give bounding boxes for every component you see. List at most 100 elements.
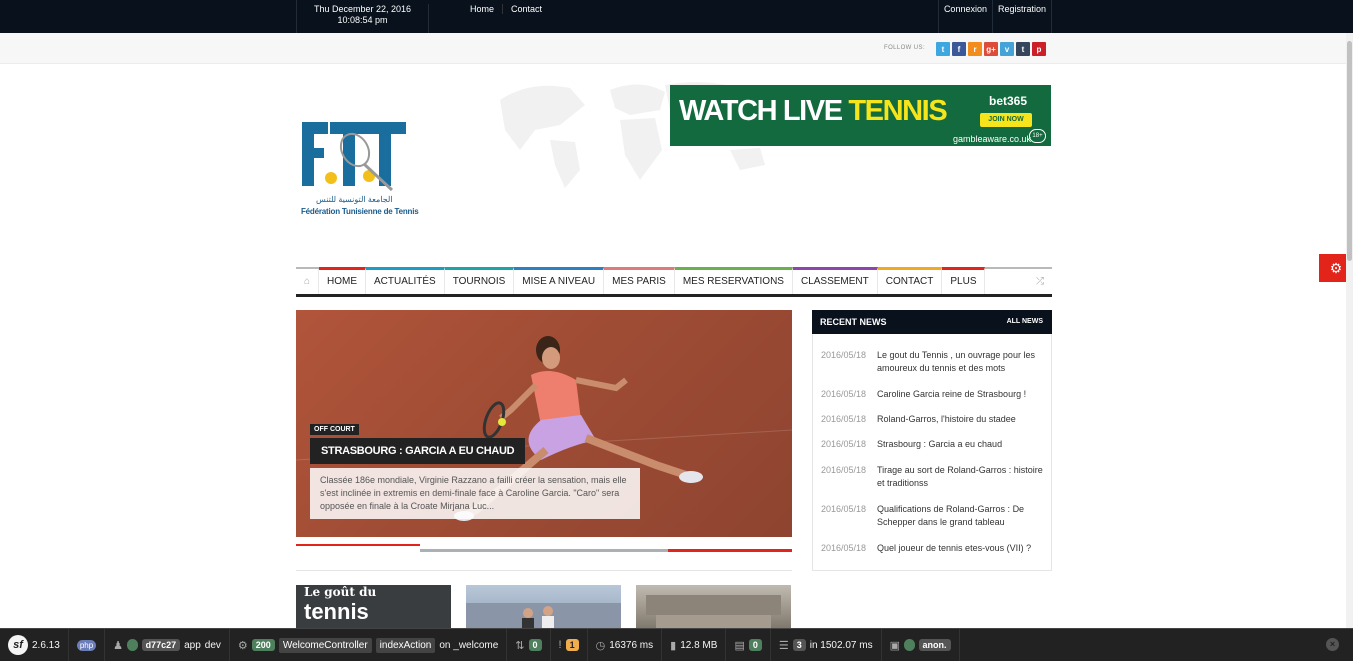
news-title[interactable]: Roland-Garros, l'histoire du stadee bbox=[877, 413, 1016, 426]
scrollbar-thumb[interactable] bbox=[1347, 41, 1352, 261]
top-nav-home[interactable]: Home bbox=[462, 4, 504, 14]
sf-logs-block[interactable]: ! 1 bbox=[551, 628, 588, 661]
slider-progress-2[interactable] bbox=[420, 549, 668, 552]
article-thumbnail[interactable]: Le goût du tennis bbox=[296, 585, 451, 630]
thumbnail-photo bbox=[466, 603, 621, 630]
config-icon: ♟ bbox=[113, 639, 124, 652]
bet365-banner[interactable]: WATCH LIVE TENNIS bet365 JOIN NOW gamble… bbox=[670, 85, 1051, 146]
ad-tennis-text: TENNIS bbox=[848, 95, 947, 127]
article-thumbnail[interactable] bbox=[636, 585, 791, 630]
sf-action: indexAction bbox=[375, 637, 436, 653]
page-scrollbar[interactable] bbox=[1346, 33, 1353, 628]
sf-time: 16376 ms bbox=[609, 639, 654, 651]
thumbnail-text-line2: tennis bbox=[304, 599, 369, 624]
ad-join-button[interactable]: JOIN NOW bbox=[980, 113, 1032, 127]
home-icon[interactable]: ⌂ bbox=[296, 269, 319, 294]
sf-controller: WelcomeController bbox=[278, 637, 372, 653]
top-nav: Home Contact bbox=[462, 4, 550, 14]
logo-arabic-text: الجامعة التونسية للتنس bbox=[316, 195, 393, 204]
sf-token: d77c27 bbox=[141, 639, 181, 651]
recent-news-title: RECENT NEWS bbox=[820, 317, 887, 327]
sf-user: anon. bbox=[918, 639, 951, 651]
nav-item-contact[interactable]: CONTACT bbox=[877, 267, 943, 294]
slide-description: Classée 186e mondiale, Virginie Razzano … bbox=[310, 468, 640, 519]
ad-headline: WATCH LIVE TENNIS bbox=[679, 95, 948, 128]
nav-item-actualit-s[interactable]: ACTUALITÉS bbox=[366, 267, 445, 294]
sf-status-code: 200 bbox=[251, 639, 275, 651]
all-news-link[interactable]: ALL NEWS bbox=[1007, 318, 1043, 325]
sf-php-block[interactable]: php bbox=[69, 628, 106, 661]
sf-forms-block[interactable]: ▤ 0 bbox=[726, 628, 771, 661]
nav-item-mes-reservations[interactable]: MES RESERVATIONS bbox=[674, 267, 793, 294]
logo-subtitle: Fédération Tunisienne de Tennis bbox=[301, 207, 419, 216]
nav-item-home[interactable]: HOME bbox=[319, 267, 366, 294]
news-item[interactable]: 2016/05/18 Strasbourg : Garcia a eu chaud bbox=[821, 438, 1047, 451]
news-title[interactable]: Tirage au sort de Roland-Garros : histoi… bbox=[877, 464, 1047, 490]
news-title[interactable]: Caroline Garcia reine de Strasbourg ! bbox=[877, 388, 1026, 401]
request-gear-icon: ⚙ bbox=[237, 639, 248, 652]
news-date: 2016/05/18 bbox=[821, 414, 867, 424]
slider-progress-1[interactable] bbox=[296, 544, 420, 546]
sf-redirect-block[interactable]: ⇅ 0 bbox=[507, 628, 551, 661]
nav-item-mes-paris[interactable]: MES PARIS bbox=[604, 267, 675, 294]
news-title[interactable]: Quel joueur de tennis etes-vous (VII) ? bbox=[877, 542, 1031, 555]
pinterest-icon[interactable]: p bbox=[1032, 42, 1046, 56]
php-icon: php bbox=[76, 639, 97, 651]
news-date: 2016/05/18 bbox=[821, 465, 867, 475]
news-item[interactable]: 2016/05/18 Caroline Garcia reine de Stras… bbox=[821, 388, 1047, 401]
nav-item-tournois[interactable]: TOURNOIS bbox=[444, 267, 515, 294]
sf-time-block[interactable]: ◷ 16376 ms bbox=[588, 628, 663, 661]
redirect-icon: ⇅ bbox=[515, 639, 525, 652]
main-nav-items: HOME ACTUALITÉS TOURNOIS MISE A NIVEAU MES P… bbox=[319, 267, 986, 294]
news-item[interactable]: 2016/05/18 Quel joueur de tennis etes-vou… bbox=[821, 542, 1047, 555]
ad-age-badge: 18+ bbox=[1029, 129, 1046, 143]
news-item[interactable]: 2016/05/18 Tirage au sort de Roland-Garro… bbox=[821, 464, 1047, 490]
database-icon: ☰ bbox=[778, 639, 789, 652]
sf-db-block[interactable]: ☰ 3 in 1502.07 ms bbox=[771, 628, 882, 661]
twitter-icon[interactable]: t bbox=[936, 42, 950, 56]
current-date: Thu December 22, 2016 10:08:54 pm bbox=[297, 4, 429, 33]
article-thumbnail[interactable] bbox=[466, 585, 621, 630]
login-link[interactable]: Connexion bbox=[937, 0, 992, 33]
sf-status-dot bbox=[127, 639, 138, 651]
sf-request-block[interactable]: ⚙ 200 WelcomeController indexAction on _… bbox=[230, 628, 508, 661]
news-item[interactable]: 2016/05/18 Roland-Garros, l'histoire du s… bbox=[821, 413, 1047, 426]
news-title[interactable]: Strasbourg : Garcia a eu chaud bbox=[877, 438, 1002, 451]
ad-gambleaware: gambleaware.co.uk bbox=[953, 134, 1032, 144]
slider-progress-3[interactable] bbox=[668, 549, 792, 552]
tumblr-icon[interactable]: t bbox=[1016, 42, 1030, 56]
warning-icon: ! bbox=[558, 639, 562, 651]
sf-config-block[interactable]: ♟ d77c27 app dev bbox=[105, 628, 230, 661]
sf-memory-block[interactable]: ▮ 12.8 MB bbox=[662, 628, 727, 661]
sf-query-time: in 1502.07 ms bbox=[809, 639, 873, 651]
top-bar-inner: Thu December 22, 2016 10:08:54 pm Home C… bbox=[296, 0, 1052, 33]
google-plus-icon[interactable]: g+ bbox=[984, 42, 998, 56]
sf-env-dev: dev bbox=[204, 639, 221, 651]
nav-item-plus[interactable]: PLUS bbox=[942, 267, 986, 294]
news-title[interactable]: Qualifications de Roland-Garros : De Sch… bbox=[877, 503, 1047, 529]
news-title[interactable]: Le gout du Tennis , un ouvrage pour les … bbox=[877, 349, 1047, 375]
social-icons: t f r g+ v t p bbox=[936, 42, 1046, 56]
sf-redirects: 0 bbox=[528, 639, 542, 651]
nav-item-mise-a-niveau[interactable]: MISE A NIVEAU bbox=[514, 267, 605, 294]
sf-version-block[interactable]: sf 2.6.13 bbox=[0, 628, 69, 661]
news-item[interactable]: 2016/05/18 Qualifications de Roland-Garro… bbox=[821, 503, 1047, 529]
top-nav-contact[interactable]: Contact bbox=[503, 4, 550, 14]
main-nav: ⌂ HOME ACTUALITÉS TOURNOIS MISE A NIVEAU MES… bbox=[296, 267, 1052, 297]
nav-item-classement[interactable]: CLASSEMENT bbox=[792, 267, 878, 294]
top-bar: Thu December 22, 2016 10:08:54 pm Home C… bbox=[0, 0, 1353, 33]
toolbar-close-icon[interactable]: × bbox=[1326, 638, 1339, 651]
sf-security-block[interactable]: ▣ anon. bbox=[882, 628, 960, 661]
random-article-icon[interactable]: ⤮ bbox=[1036, 276, 1044, 287]
news-date: 2016/05/18 bbox=[821, 439, 867, 449]
register-link[interactable]: Registration bbox=[991, 0, 1051, 33]
symfony-debug-toolbar: sf 2.6.13 php ♟ d77c27 app dev ⚙ 200 Wel… bbox=[0, 628, 1353, 661]
follow-bar: FOLLOW US: t f r g+ v t p bbox=[0, 33, 1353, 64]
rss-icon[interactable]: r bbox=[968, 42, 982, 56]
symfony-logo-icon: sf bbox=[8, 635, 28, 655]
facebook-icon[interactable]: f bbox=[952, 42, 966, 56]
vimeo-icon[interactable]: v bbox=[1000, 42, 1014, 56]
slide-category-tag[interactable]: OFF COURT bbox=[310, 424, 359, 435]
slide-title[interactable]: STRASBOURG : GARCIA A EU CHAUD bbox=[310, 438, 526, 464]
news-item[interactable]: 2016/05/18 Le gout du Tennis , un ouvrage… bbox=[821, 349, 1047, 375]
